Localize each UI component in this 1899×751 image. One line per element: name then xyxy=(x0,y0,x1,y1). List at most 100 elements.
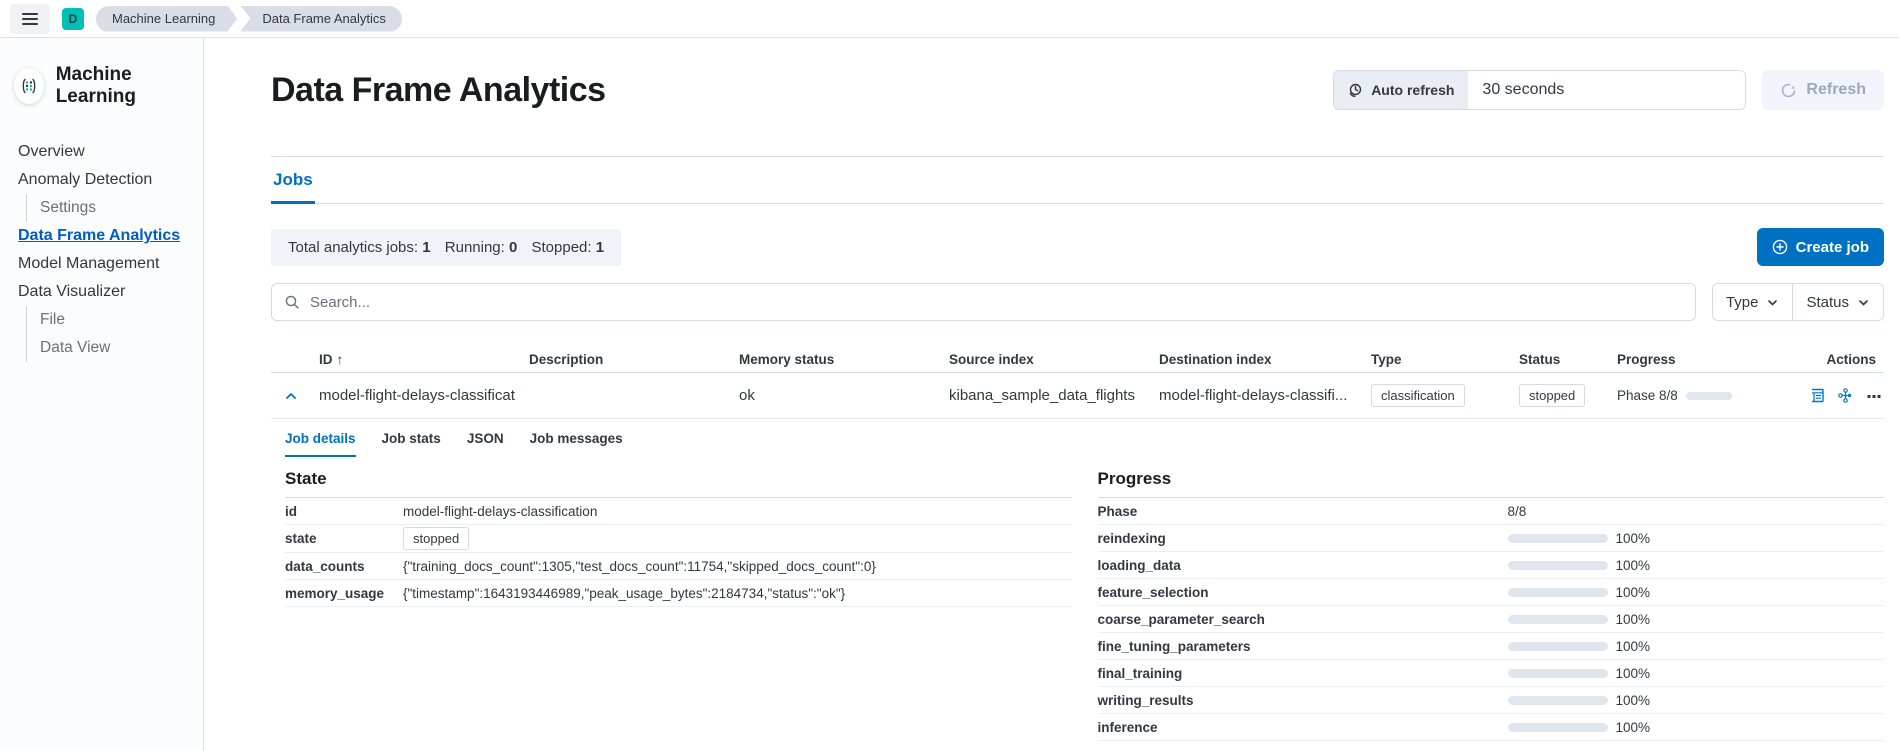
state-row-data_counts: data_counts{"training_docs_count":1305,"… xyxy=(285,553,1072,580)
progress-bar xyxy=(1508,588,1608,597)
progress-percent: 100% xyxy=(1616,720,1651,735)
sidebar-item-anomaly-detection[interactable]: Anomaly Detection xyxy=(18,166,185,194)
phase-label: Phase xyxy=(1098,504,1508,519)
breadcrumb-item[interactable]: Machine Learning xyxy=(96,6,237,32)
total-jobs-label: Total analytics jobs: xyxy=(288,239,418,256)
auto-refresh-control: Auto refresh 30 seconds xyxy=(1333,70,1746,110)
more-actions-button[interactable] xyxy=(1866,388,1882,404)
state-row-memory_usage: memory_usage{"timestamp":1643193446989,"… xyxy=(285,580,1072,607)
progress-row-label: fine_tuning_parameters xyxy=(1098,639,1508,654)
progress-row-value: 100% xyxy=(1508,585,1651,600)
filter-label: Status xyxy=(1806,294,1849,311)
cell-source-index: kibana_sample_data_flights xyxy=(941,379,1151,412)
progress-percent: 100% xyxy=(1616,612,1651,627)
progress-row-writing_results: writing_results 100% xyxy=(1098,687,1885,714)
column-header-type[interactable]: Type xyxy=(1363,347,1511,372)
results-table-icon xyxy=(1812,387,1825,404)
column-header-source-index[interactable]: Source index xyxy=(941,347,1151,372)
progress-row-label: writing_results xyxy=(1098,693,1508,708)
chevron-down-icon xyxy=(1857,296,1870,309)
collapse-row-button[interactable] xyxy=(271,381,311,411)
detail-tab-job-stats[interactable]: Job stats xyxy=(382,431,441,457)
progress-bar xyxy=(1508,723,1608,732)
column-header-id[interactable]: ID ↑ xyxy=(311,347,521,372)
progress-section: Progress Phase 8/8 reindexing100%loading… xyxy=(1098,469,1885,741)
detail-tab-job-details[interactable]: Job details xyxy=(285,431,356,457)
analytics-map-button[interactable] xyxy=(1837,387,1854,404)
stopped-label: Stopped: xyxy=(532,239,592,256)
search-box xyxy=(271,283,1696,321)
state-rows: idmodel-flight-delays-classificationstat… xyxy=(285,498,1072,607)
cell-actions xyxy=(1812,379,1884,412)
running-value: 0 xyxy=(509,239,517,256)
progress-percent: 100% xyxy=(1616,666,1651,681)
job-stats-bar: Total analytics jobs: 1 Running: 0 Stopp… xyxy=(271,229,621,266)
phase-row: Phase 8/8 xyxy=(1098,498,1885,525)
sort-arrow-icon: ↑ xyxy=(337,352,344,367)
refresh-button[interactable]: Refresh xyxy=(1762,70,1884,110)
progress-percent: 100% xyxy=(1616,531,1651,546)
page-title: Data Frame Analytics xyxy=(271,71,1325,110)
sidebar-item-data-view[interactable]: Data View xyxy=(26,334,185,362)
column-header-status[interactable]: Status xyxy=(1511,347,1609,372)
progress-row-value: 100% xyxy=(1508,666,1651,681)
jobs-table: ID ↑ DescriptionMemory statusSource indexD… xyxy=(271,347,1884,741)
state-row-id: idmodel-flight-delays-classification xyxy=(285,498,1072,525)
search-input[interactable] xyxy=(310,294,1683,311)
auto-refresh-toggle[interactable]: Auto refresh xyxy=(1334,71,1467,109)
progress-bar xyxy=(1508,642,1608,651)
breadcrumb-item[interactable]: Data Frame Analytics xyxy=(240,6,402,32)
progress-row-value: 100% xyxy=(1508,693,1651,708)
state-section: State idmodel-flight-delays-classificati… xyxy=(285,469,1072,741)
job-detail-panel: Job details Job stats JSON Job messages Sta… xyxy=(271,419,1884,741)
progress-percent: 100% xyxy=(1616,639,1651,654)
hamburger-menu-icon[interactable] xyxy=(10,4,50,34)
progress-row-coarse_parameter_search: coarse_parameter_search 100% xyxy=(1098,606,1885,633)
stopped-value: 1 xyxy=(596,239,604,256)
column-header-description[interactable]: Description xyxy=(521,347,731,372)
progress-row-label: reindexing xyxy=(1098,531,1508,546)
progress-row-label: coarse_parameter_search xyxy=(1098,612,1508,627)
chevron-up-icon xyxy=(284,389,298,403)
tab-jobs[interactable]: Jobs xyxy=(271,170,315,204)
progress-percent: 100% xyxy=(1616,585,1651,600)
detail-tab-json[interactable]: JSON xyxy=(467,431,504,457)
sidebar-item-settings[interactable]: Settings xyxy=(26,194,185,222)
progress-percent: 100% xyxy=(1616,693,1651,708)
progress-title: Progress xyxy=(1098,469,1885,498)
view-results-button[interactable] xyxy=(1812,387,1825,404)
auto-refresh-interval[interactable]: 30 seconds xyxy=(1467,71,1745,109)
cell-memory-status: ok xyxy=(731,379,941,412)
filter-button-status[interactable]: Status xyxy=(1792,284,1883,320)
auto-refresh-label: Auto refresh xyxy=(1371,82,1454,98)
create-job-button[interactable]: Create job xyxy=(1757,228,1884,266)
progress-bar xyxy=(1508,696,1608,705)
top-bar: D Machine LearningData Frame Analytics xyxy=(0,0,1899,38)
column-header-memory-status[interactable]: Memory status xyxy=(731,347,941,372)
sidebar-header: Machine Learning xyxy=(0,38,203,130)
detail-tab-job-messages[interactable]: Job messages xyxy=(530,431,623,457)
progress-row-value: 100% xyxy=(1508,639,1651,654)
column-header-label: ID xyxy=(319,352,333,367)
table-row: model-flight-delays-classificat ok kiban… xyxy=(271,373,1884,419)
space-avatar[interactable]: D xyxy=(62,8,84,30)
sidebar-item-file[interactable]: File xyxy=(26,306,185,334)
cell-id: model-flight-delays-classificat xyxy=(311,379,521,412)
running-label: Running: xyxy=(445,239,505,256)
sidebar-item-data-frame-analytics[interactable]: Data Frame Analytics xyxy=(18,222,185,250)
column-header-actions[interactable]: Actions xyxy=(1812,347,1884,372)
sidebar-nav: OverviewAnomaly DetectionSettingsData Fr… xyxy=(0,130,203,370)
progress-row-value: 100% xyxy=(1508,558,1651,573)
sidebar-item-overview[interactable]: Overview xyxy=(18,138,185,166)
filter-button-type[interactable]: Type xyxy=(1713,284,1793,320)
type-badge: classification xyxy=(1371,384,1465,407)
sidebar-item-model-management[interactable]: Model Management xyxy=(18,250,185,278)
progress-row-label: loading_data xyxy=(1098,558,1508,573)
column-header-progress[interactable]: Progress xyxy=(1609,347,1812,372)
progress-bar xyxy=(1508,534,1608,543)
sidebar-item-data-visualizer[interactable]: Data Visualizer xyxy=(18,278,185,306)
state-row-label: data_counts xyxy=(285,559,403,574)
column-header-destination-index[interactable]: Destination index xyxy=(1151,347,1363,372)
state-row-label: id xyxy=(285,504,403,519)
progress-bar xyxy=(1508,615,1608,624)
